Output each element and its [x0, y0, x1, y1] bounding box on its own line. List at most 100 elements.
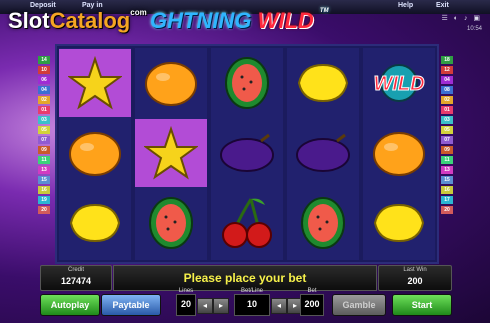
- wild-symbol: WILD: [363, 49, 435, 117]
- lemon-symbol: [287, 49, 359, 117]
- last-win-panel: Last Win 200: [378, 265, 452, 291]
- payline-indicators-left: 14 10 06 04 02 01 03 05 07 09 11 13 15 16 19 20: [38, 56, 50, 216]
- title-accent: WILD: [257, 8, 314, 33]
- orange-icon: [373, 132, 425, 176]
- payline-indicator: 07: [441, 136, 453, 144]
- watermelon-symbol: [287, 189, 359, 257]
- payline-indicator: 04: [38, 86, 50, 94]
- svg-text:WILD: WILD: [373, 73, 424, 95]
- start-button[interactable]: Start: [392, 294, 452, 316]
- lemon-icon: [373, 203, 425, 243]
- payline-indicator: 03: [441, 116, 453, 124]
- orange-symbol: [135, 49, 207, 117]
- bet-line-box: Bet/Line 10: [234, 288, 270, 316]
- lines-value: 20: [180, 299, 191, 309]
- payline-indicator: 04: [441, 76, 453, 84]
- payline-indicator: 09: [441, 146, 453, 154]
- watermelon-symbol: [211, 49, 283, 117]
- cherries-icon: [222, 198, 272, 248]
- credit-panel: Credit 127474: [40, 265, 112, 291]
- payline-indicator: 13: [441, 166, 453, 174]
- bet-label: Bet: [307, 288, 317, 294]
- payline-indicator: 05: [441, 126, 453, 134]
- orange-symbol: [363, 119, 435, 187]
- plum-icon: [220, 133, 274, 172]
- payline-indicator: 11: [38, 156, 50, 164]
- star-symbol: [135, 119, 207, 187]
- payline-indicator: 18: [441, 56, 453, 64]
- orange-symbol: [59, 119, 131, 187]
- credit-value: 127474: [60, 276, 92, 286]
- lines-label: Lines: [178, 288, 194, 294]
- payline-indicator: 15: [38, 176, 50, 184]
- reel-3: [211, 48, 283, 260]
- watermelon-icon: [301, 197, 345, 249]
- payline-indicator: 19: [38, 196, 50, 204]
- payline-indicator: 01: [441, 106, 453, 114]
- watermelon-icon: [149, 197, 193, 249]
- plum-icon: [296, 133, 350, 172]
- reel-1: [59, 48, 131, 260]
- payline-indicator: 10: [38, 66, 50, 74]
- payline-indicator: 11: [441, 156, 453, 164]
- brand-logo: SlotCatalogcom: [8, 8, 147, 34]
- lines-increase-button[interactable]: ▸: [213, 298, 229, 314]
- payline-indicator: 15: [441, 176, 453, 184]
- payline-indicator: 09: [38, 146, 50, 154]
- orange-icon: [145, 62, 197, 106]
- wild-icon: WILD: [373, 64, 425, 102]
- plum-symbol: [211, 119, 283, 187]
- star-symbol: [59, 49, 131, 117]
- cherries-symbol: [211, 189, 283, 257]
- bet-line-value: 10: [246, 299, 257, 309]
- payline-indicator: 08: [441, 86, 453, 94]
- lines-decrease-button[interactable]: ◂: [197, 298, 213, 314]
- payline-indicator: 06: [38, 76, 50, 84]
- brand-suffix: com: [130, 8, 147, 17]
- bet-line-decrease-button[interactable]: ◂: [271, 298, 287, 314]
- last-win-label: Last Win: [403, 267, 427, 273]
- payline-indicator: 12: [441, 66, 453, 74]
- payline-indicator: 02: [441, 96, 453, 104]
- lemon-icon: [297, 63, 349, 103]
- payline-indicator: 02: [38, 96, 50, 104]
- payline-indicator: 01: [38, 106, 50, 114]
- payline-indicator: 05: [38, 126, 50, 134]
- settings-icons[interactable]: ☰ ◐ ♪ ▣: [442, 14, 482, 22]
- watermelon-icon: [225, 57, 269, 109]
- payline-indicator: 03: [38, 116, 50, 124]
- orange-icon: [69, 132, 121, 176]
- payline-indicator: 13: [38, 166, 50, 174]
- star-icon: [68, 56, 122, 110]
- lemon-icon: [69, 203, 121, 243]
- brand-part2: Catalog: [49, 8, 131, 33]
- bet-value: 200: [304, 299, 320, 309]
- payline-indicator: 20: [38, 206, 50, 214]
- clock: 10:54: [466, 26, 482, 32]
- autoplay-button[interactable]: Autoplay: [40, 294, 100, 316]
- title-main: GHTNING: [150, 8, 252, 33]
- credit-label: Credit: [67, 267, 84, 273]
- paytable-button[interactable]: Paytable: [101, 294, 161, 316]
- reel-5: WILD: [363, 48, 435, 260]
- lemon-symbol: [363, 189, 435, 257]
- lines-box: Lines 20: [176, 288, 196, 316]
- game-title: GHTNING WILD TM: [150, 8, 329, 34]
- payline-indicators-right: 18 12 04 08 02 01 03 05 07 09 11 13 15 16 17 20: [441, 56, 453, 216]
- plum-symbol: [287, 119, 359, 187]
- exit-menu[interactable]: Exit: [436, 2, 449, 9]
- reel-area: WILD: [55, 44, 439, 264]
- reel-2: [135, 48, 207, 260]
- help-menu[interactable]: Help: [398, 2, 413, 9]
- star-icon: [144, 126, 198, 180]
- payline-indicator: 17: [441, 196, 453, 204]
- lemon-symbol: [59, 189, 131, 257]
- reel-4: [287, 48, 359, 260]
- payline-indicator: 14: [38, 56, 50, 64]
- payline-indicator: 20: [441, 206, 453, 214]
- payline-indicator: 16: [38, 186, 50, 194]
- gamble-button[interactable]: Gamble: [332, 294, 386, 316]
- watermelon-symbol: [135, 189, 207, 257]
- last-win-value: 200: [407, 276, 423, 286]
- bet-line-label: Bet/Line: [240, 288, 264, 294]
